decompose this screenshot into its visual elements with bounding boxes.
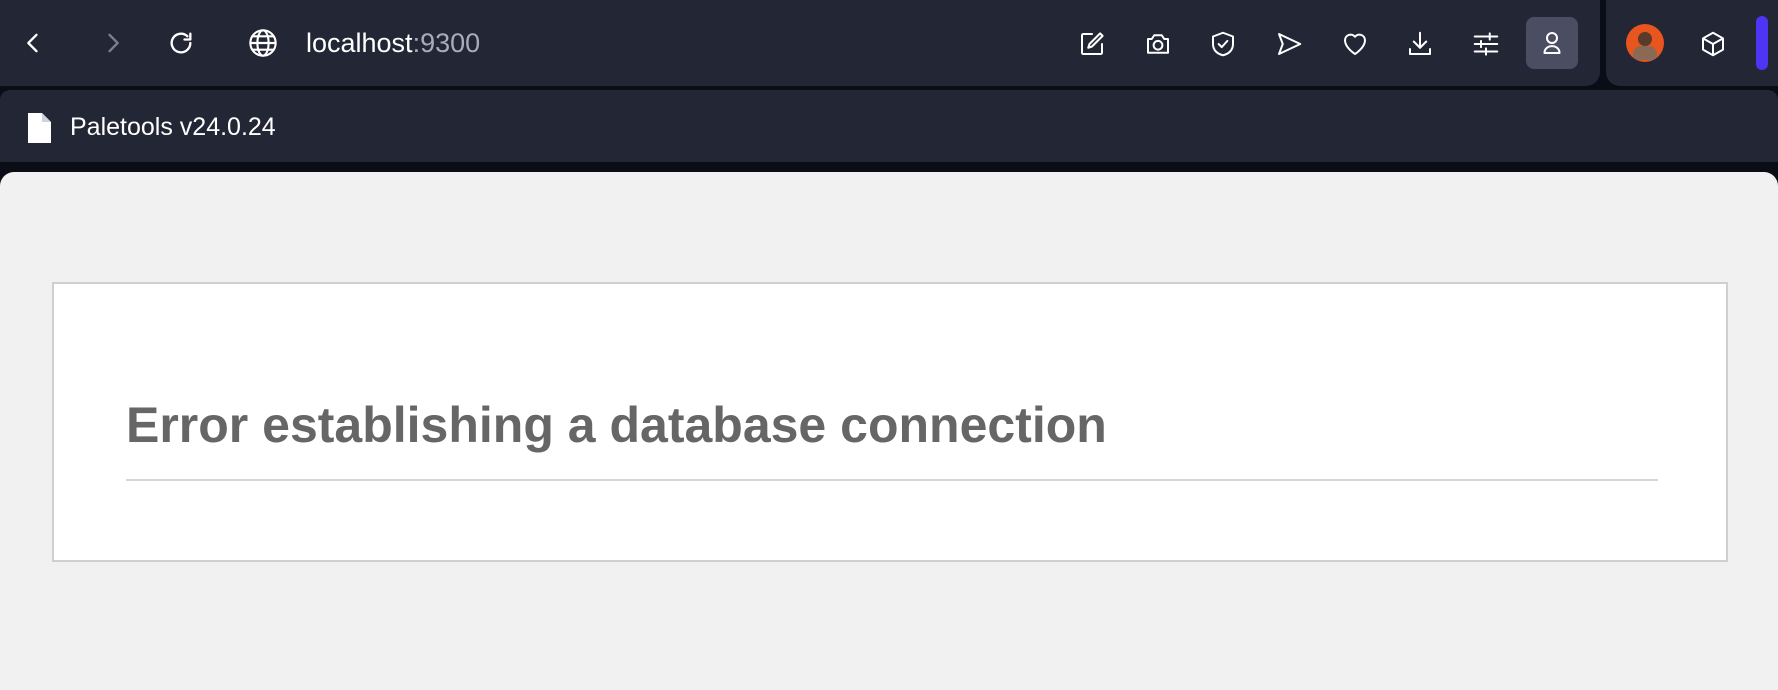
favorites-button[interactable] — [1332, 21, 1378, 67]
document-icon — [28, 113, 51, 143]
heart-icon — [1344, 33, 1366, 55]
divider — [126, 479, 1658, 481]
send-button[interactable] — [1266, 21, 1312, 67]
edit-button[interactable] — [1069, 21, 1115, 67]
edit-icon — [1081, 32, 1104, 55]
browser-toolbar: localhost:9300 — [0, 0, 1600, 86]
cube-icon — [1702, 31, 1724, 57]
extension-cube-button[interactable] — [1690, 21, 1736, 67]
url-port: :9300 — [412, 27, 481, 58]
download-icon — [1409, 31, 1431, 55]
tab-strip: Paletools v24.0.24 — [0, 90, 1778, 162]
page-content: Error establishing a database connection — [0, 172, 1778, 690]
downloads-button[interactable] — [1397, 21, 1443, 67]
chevron-left-icon — [27, 33, 38, 53]
forward-button[interactable] — [94, 24, 132, 62]
shield-button[interactable] — [1200, 21, 1246, 67]
shield-icon — [1212, 31, 1234, 57]
screenshot-button[interactable] — [1135, 21, 1181, 67]
tab-title[interactable]: Paletools v24.0.24 — [70, 112, 276, 142]
profile-icon — [1543, 32, 1561, 54]
chevron-right-icon — [108, 33, 119, 53]
reload-button[interactable] — [162, 24, 200, 62]
address-bar[interactable]: localhost:9300 — [240, 20, 480, 66]
globe-icon — [240, 20, 286, 66]
error-panel: Error establishing a database connection — [52, 282, 1728, 562]
camera-icon — [1147, 34, 1169, 54]
error-heading: Error establishing a database connection — [126, 397, 1107, 453]
avatar[interactable] — [1626, 24, 1664, 62]
reload-icon — [170, 32, 192, 54]
profile-button[interactable] — [1526, 17, 1578, 69]
settings-button[interactable] — [1463, 21, 1509, 67]
sidebar-toggle[interactable] — [1756, 16, 1768, 70]
back-button[interactable] — [14, 24, 52, 62]
sliders-icon — [1473, 32, 1499, 56]
url-host: localhost — [306, 27, 413, 58]
send-icon — [1278, 33, 1302, 55]
